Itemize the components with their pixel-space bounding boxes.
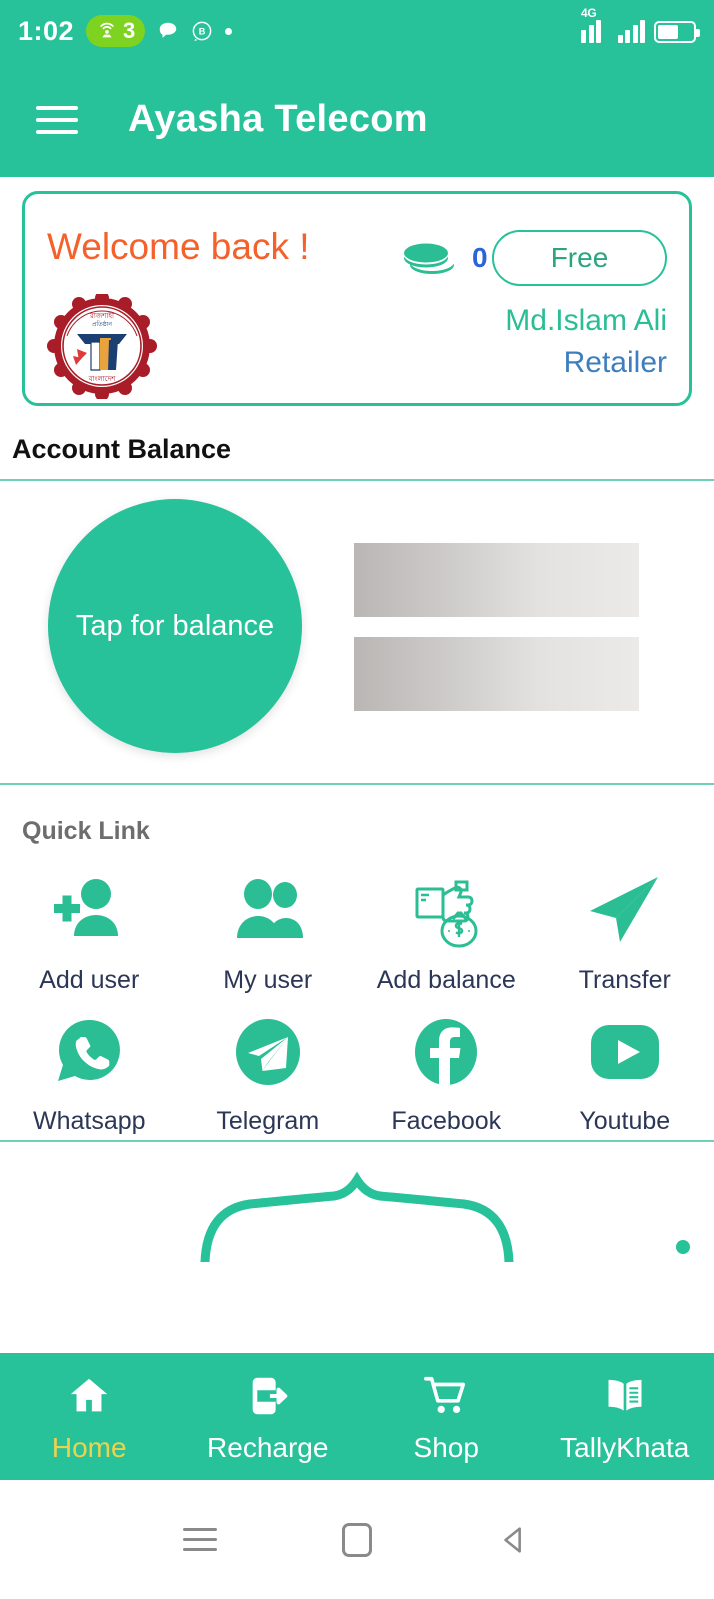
b-circle-icon: B: [192, 21, 212, 42]
quick-link-label: Youtube: [579, 1107, 671, 1135]
person-add-icon: [46, 866, 132, 952]
quick-link-add-balance[interactable]: Add balance: [357, 866, 536, 995]
nav-item-recharge[interactable]: Recharge: [179, 1370, 358, 1464]
quick-link-section: Quick Link Add user My user Add balance …: [0, 785, 714, 1140]
battery-icon: [654, 21, 700, 43]
page-title: Ayasha Telecom: [128, 98, 428, 140]
company-seal-logo: রাজশাহী প্রতিষ্ঠান বাংলাদেশ: [47, 294, 157, 399]
user-role: Retailer: [563, 346, 667, 379]
quick-link-label: Add balance: [376, 966, 516, 994]
card-side-dot: [676, 1240, 690, 1254]
next-card-preview[interactable]: [0, 1142, 714, 1262]
hamburger-menu-icon[interactable]: [36, 105, 78, 134]
paper-plane-icon: [582, 866, 668, 952]
people-group-icon: [225, 866, 311, 952]
svg-text:B: B: [199, 27, 206, 37]
home-icon: [66, 1370, 112, 1422]
plan-badge-button[interactable]: Free: [492, 230, 667, 286]
balance-placeholder-group: [354, 543, 639, 711]
quick-link-label: My user: [223, 966, 313, 994]
coin-balance-count: 0: [472, 242, 488, 273]
whatsapp-icon: [49, 1009, 129, 1095]
status-time: 1:02: [18, 15, 75, 46]
quick-link-add-user[interactable]: Add user: [0, 866, 179, 995]
welcome-card: Welcome back ! 0 Free রাজশাহী প্রতিষ্ঠান…: [22, 191, 692, 406]
app-bar: Ayasha Telecom: [0, 62, 714, 177]
quick-link-grid-primary: Add user My user Add balance Transfer: [0, 856, 714, 999]
quick-link-telegram[interactable]: Telegram: [179, 1009, 358, 1136]
svg-text:বাংলাদেশ: বাংলাদেশ: [88, 376, 117, 383]
status-bar: 1:02 3 B 4G: [0, 0, 714, 62]
nav-label: Recharge: [207, 1431, 329, 1463]
nav-label: Home: [51, 1431, 127, 1463]
coins-stack-icon: [404, 243, 454, 274]
hotspot-count: 3: [123, 18, 136, 43]
status-bar-right: 4G: [581, 6, 700, 43]
quick-link-my-user[interactable]: My user: [179, 866, 358, 995]
dot-icon: [225, 27, 233, 35]
quick-link-grid-social: Whatsapp Telegram Facebook Youtube: [0, 999, 714, 1140]
youtube-icon: [583, 1009, 667, 1095]
quick-link-heading: Quick Link: [22, 817, 150, 845]
nav-item-shop[interactable]: Shop: [357, 1370, 536, 1464]
quick-link-facebook[interactable]: Facebook: [357, 1009, 536, 1136]
shopping-cart-icon: [423, 1370, 469, 1422]
quick-link-label: Facebook: [391, 1107, 502, 1135]
network-type-label: 4G: [581, 6, 597, 20]
recents-icon[interactable]: [182, 1528, 217, 1551]
quick-link-whatsapp[interactable]: Whatsapp: [0, 1009, 179, 1136]
balance-placeholder-row: [354, 543, 639, 617]
account-balance-row: Tap for balance: [0, 481, 714, 783]
svg-text:প্রতিষ্ঠান: প্রতিষ্ঠান: [92, 320, 112, 328]
quick-link-transfer[interactable]: Transfer: [536, 866, 714, 995]
tap-for-balance-button[interactable]: Tap for balance: [48, 499, 302, 753]
chat-bubble-icon: [160, 22, 177, 38]
nav-item-home[interactable]: Home: [0, 1370, 179, 1464]
hotspot-badge: 3: [86, 15, 146, 47]
card-arch-outline: [200, 1171, 514, 1262]
nav-item-tallykhata[interactable]: TallyKhata: [536, 1370, 714, 1464]
signal-bars-icon: 4G: [581, 6, 609, 43]
wifi-tethering-icon: [100, 22, 114, 38]
balance-placeholder-row: [354, 637, 639, 711]
quick-link-label: Transfer: [578, 966, 671, 994]
signal-bars-icon-2: [617, 19, 645, 43]
facebook-icon: [406, 1009, 486, 1095]
bottom-navigation-bar: Home Recharge Shop TallyKhata: [0, 1353, 714, 1480]
svg-text:রাজশাহী: রাজশাহী: [89, 311, 115, 320]
quick-link-youtube[interactable]: Youtube: [536, 1009, 714, 1136]
quick-link-label: Telegram: [216, 1107, 320, 1135]
telegram-icon: [228, 1009, 308, 1095]
main-scroll-area[interactable]: Welcome back ! 0 Free রাজশাহী প্রতিষ্ঠান…: [0, 177, 714, 1353]
welcome-greeting: Welcome back !: [47, 226, 310, 267]
hand-money-bag-icon: [403, 866, 489, 952]
open-book-icon: [602, 1370, 648, 1422]
back-triangle-icon[interactable]: [497, 1523, 531, 1557]
phone-screen: 1:02 3 B 4G Ayasha Telecom Welcome back …: [0, 0, 714, 1599]
quick-link-label: Add user: [39, 966, 140, 994]
quick-link-label: Whatsapp: [32, 1107, 146, 1135]
status-bar-left: 1:02 3 B: [18, 15, 233, 47]
user-name: Md.Islam Ali: [505, 304, 667, 337]
recharge-icon: [245, 1370, 291, 1422]
account-balance-heading: Account Balance: [12, 434, 232, 464]
nav-label: Shop: [413, 1431, 479, 1463]
system-navigation-bar: [0, 1480, 714, 1599]
home-square-icon[interactable]: [341, 1522, 372, 1557]
nav-label: TallyKhata: [560, 1431, 690, 1463]
